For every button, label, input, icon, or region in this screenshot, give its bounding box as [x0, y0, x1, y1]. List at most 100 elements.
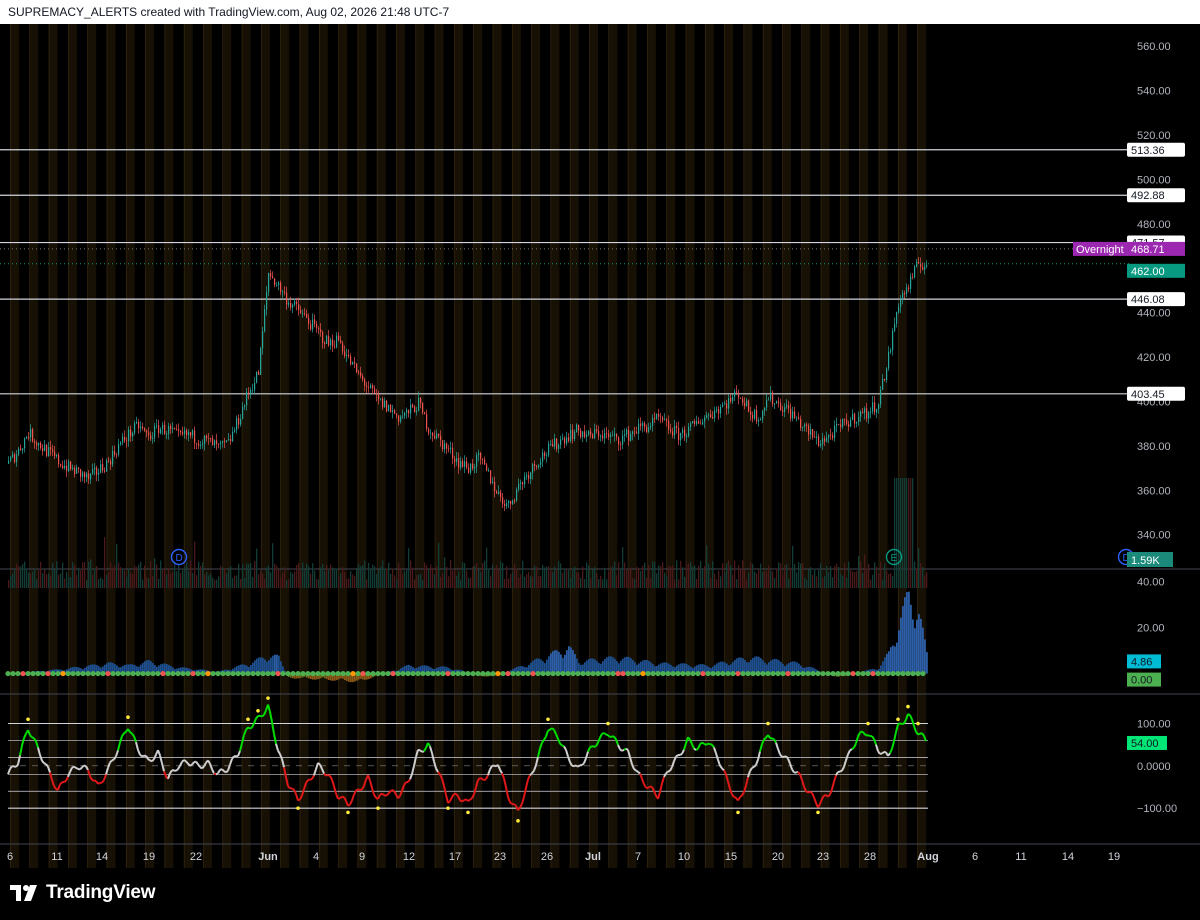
cci-line-segment	[775, 742, 779, 750]
cci-line-segment	[591, 745, 595, 748]
session-band	[704, 24, 714, 868]
time-tick-label: 10	[678, 851, 690, 863]
candle-body	[536, 466, 538, 468]
volume-bar	[324, 570, 326, 588]
volume-bar	[308, 566, 310, 588]
volume-bar	[442, 573, 444, 588]
chart-svg[interactable]: 560.00540.00520.00500.00480.00440.00420.…	[0, 24, 1200, 868]
squeeze-dot	[360, 670, 366, 677]
volume-bar	[338, 576, 340, 588]
cci-line-segment	[371, 787, 375, 795]
volume-bar	[772, 571, 774, 588]
candle-body	[88, 473, 90, 480]
session-band	[396, 24, 405, 868]
candle-body	[352, 361, 354, 365]
volume-bar	[536, 566, 538, 588]
cci-line-segment	[593, 745, 597, 748]
volume-bar	[382, 560, 384, 588]
cci-line-segment	[479, 777, 483, 780]
volume-bar	[376, 573, 378, 588]
candle-body	[430, 432, 432, 434]
session-band	[666, 24, 676, 868]
volume-bar	[482, 562, 484, 588]
volume-bar	[794, 564, 796, 588]
cci-line-segment	[873, 738, 877, 745]
candle-body	[130, 429, 132, 437]
volume-bar	[246, 563, 248, 588]
volume-bar	[648, 565, 650, 588]
volume-bar	[470, 577, 472, 588]
squeeze-dot	[175, 670, 181, 677]
session-band	[859, 24, 869, 868]
volume-bar	[366, 579, 368, 588]
volume-bar	[694, 565, 696, 588]
volume-bar	[664, 572, 666, 588]
cci-extreme-dot	[606, 721, 610, 726]
volume-bar	[758, 570, 760, 588]
candle-body	[516, 489, 518, 501]
volume-bar	[10, 575, 12, 588]
volume-bar	[564, 568, 566, 588]
tradingview-logo[interactable]: TradingView	[10, 882, 156, 904]
volume-bar	[62, 562, 64, 588]
cci-line-segment	[217, 769, 221, 774]
squeeze-dot	[415, 670, 421, 677]
candle-body	[164, 424, 166, 435]
volume-bar	[844, 562, 846, 588]
volume-bar	[290, 571, 292, 588]
candle-body	[144, 428, 146, 431]
candle-body	[668, 420, 670, 430]
candle-body	[844, 419, 846, 420]
volume-bar	[370, 569, 372, 588]
volume-bar	[504, 578, 506, 588]
candle-body	[610, 435, 612, 438]
volume-bar	[760, 563, 762, 588]
candle-body	[542, 452, 544, 462]
cci-line-segment	[633, 768, 637, 772]
candle-body	[72, 467, 74, 470]
volume-bar	[436, 566, 438, 588]
momentum-bar	[276, 654, 278, 674]
candle-body	[376, 393, 378, 395]
squeeze-dot	[655, 670, 661, 677]
cci-line-segment	[849, 748, 853, 752]
candle-body	[334, 346, 336, 348]
volume-bar	[232, 577, 234, 588]
candle-body	[708, 414, 710, 416]
momentum-bar	[740, 657, 742, 674]
squeeze-dot	[875, 670, 881, 677]
volume-bar	[826, 565, 828, 588]
cci-line-segment	[59, 781, 63, 786]
cci-line-segment	[43, 762, 47, 766]
squeeze-dot	[545, 670, 551, 677]
cci-extreme-dot	[766, 721, 770, 726]
cci-line-segment	[427, 742, 431, 747]
chart-area[interactable]: 560.00 540.00 520.00 500.00 480.00 440.00 420.…	[0, 24, 1200, 868]
candle-body	[856, 421, 858, 424]
squeeze-dot	[485, 670, 491, 677]
volume-bar	[386, 568, 388, 588]
session-band	[589, 24, 598, 868]
volume-bar	[74, 564, 76, 588]
cci-line-segment	[509, 801, 513, 805]
volume-bar	[820, 563, 822, 588]
volume-bar	[158, 578, 160, 588]
squeeze-dot	[470, 670, 476, 677]
session-band	[531, 24, 541, 868]
candle-body	[284, 291, 286, 293]
candle-body	[622, 435, 624, 445]
cci-line-segment	[721, 767, 725, 772]
candle-body	[720, 407, 722, 414]
cci-line-segment	[273, 733, 277, 745]
candle-body	[834, 425, 836, 439]
candle-body	[274, 278, 276, 286]
volume-bar	[28, 572, 30, 588]
candle-body	[440, 436, 442, 441]
volume-bar	[22, 563, 24, 588]
candle-body	[324, 342, 326, 344]
candle-body	[68, 461, 70, 472]
candle-body	[442, 440, 444, 450]
candle-body	[96, 467, 98, 475]
volume-bar	[696, 579, 698, 588]
candle-body	[90, 473, 92, 480]
